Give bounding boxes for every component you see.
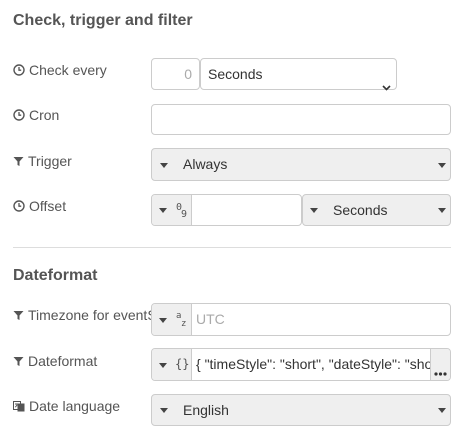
offset-typed-input[interactable]: 0 9 [151, 194, 302, 226]
caret-down-icon [159, 208, 167, 213]
clock-icon [13, 64, 25, 76]
language-icon [13, 400, 25, 411]
section-divider [13, 247, 451, 248]
check-every-input[interactable]: 0 [151, 58, 200, 90]
trigger-label: Trigger [13, 153, 151, 169]
caret-down-icon [160, 163, 168, 168]
timezone-type-button[interactable]: a z [152, 304, 192, 335]
dateformat-type-button[interactable]: {} [152, 349, 192, 380]
offset-label: Offset [13, 198, 151, 214]
offset-label-text: Offset [29, 198, 67, 214]
offset-type-button[interactable]: 0 9 [152, 195, 192, 225]
json-type-icon: {} [175, 357, 190, 371]
dateformat-label-text: Dateformat [28, 353, 98, 369]
caret-down-icon [159, 318, 167, 323]
caret-down-icon [159, 363, 167, 368]
caret-down-icon [438, 163, 446, 168]
clock-icon [13, 109, 25, 121]
ellipsis-icon [434, 363, 447, 379]
date-language-label: Date language [13, 398, 151, 414]
filter-icon [13, 356, 24, 366]
filter-icon [13, 156, 24, 166]
date-language-value: English [183, 402, 229, 418]
caret-down-icon [438, 408, 446, 413]
date-language-label-text: Date language [29, 398, 121, 414]
timezone-placeholder: UTC [196, 311, 225, 327]
filter-icon [13, 310, 24, 320]
string-type-icon-sub: z [181, 319, 187, 329]
caret-down-icon [160, 408, 168, 413]
dateformat-typed-input[interactable]: {} { "timeStyle": "short", "dateStyle": … [151, 348, 451, 381]
number-type-icon-sub: 9 [181, 209, 188, 220]
clock-icon [13, 200, 25, 212]
dateformat-label: Dateformat [13, 353, 151, 369]
dateformat-expand-button[interactable] [430, 349, 450, 380]
timezone-label: Timezone for eventS [13, 307, 151, 323]
offset-unit-value: Seconds [333, 202, 388, 218]
check-every-unit-select[interactable]: Seconds [200, 58, 397, 91]
cron-label-text: Cron [29, 107, 60, 123]
timezone-label-text: Timezone for eventS [28, 307, 151, 323]
chevron-down-icon [382, 71, 391, 101]
check-every-label: Check every [13, 62, 151, 78]
trigger-label-text: Trigger [28, 153, 72, 169]
trigger-select[interactable]: Always [151, 148, 451, 181]
cron-input[interactable] [151, 104, 451, 135]
cron-label: Cron [13, 107, 151, 123]
dateformat-value: { "timeStyle": "short", "dateStyle": "sh… [196, 356, 430, 372]
section-title-dateformat: Dateformat [13, 267, 98, 284]
trigger-value: Always [183, 156, 228, 172]
check-every-unit-value: Seconds [208, 66, 263, 82]
caret-down-icon [310, 208, 318, 213]
section-title-trigger: Check, trigger and filter [13, 12, 193, 29]
offset-unit-select[interactable]: Seconds [302, 194, 451, 226]
date-language-select[interactable]: English [151, 394, 451, 426]
timezone-typed-input[interactable]: a z UTC [151, 303, 451, 336]
check-every-label-text: Check every [29, 62, 107, 78]
caret-down-icon [438, 208, 446, 213]
